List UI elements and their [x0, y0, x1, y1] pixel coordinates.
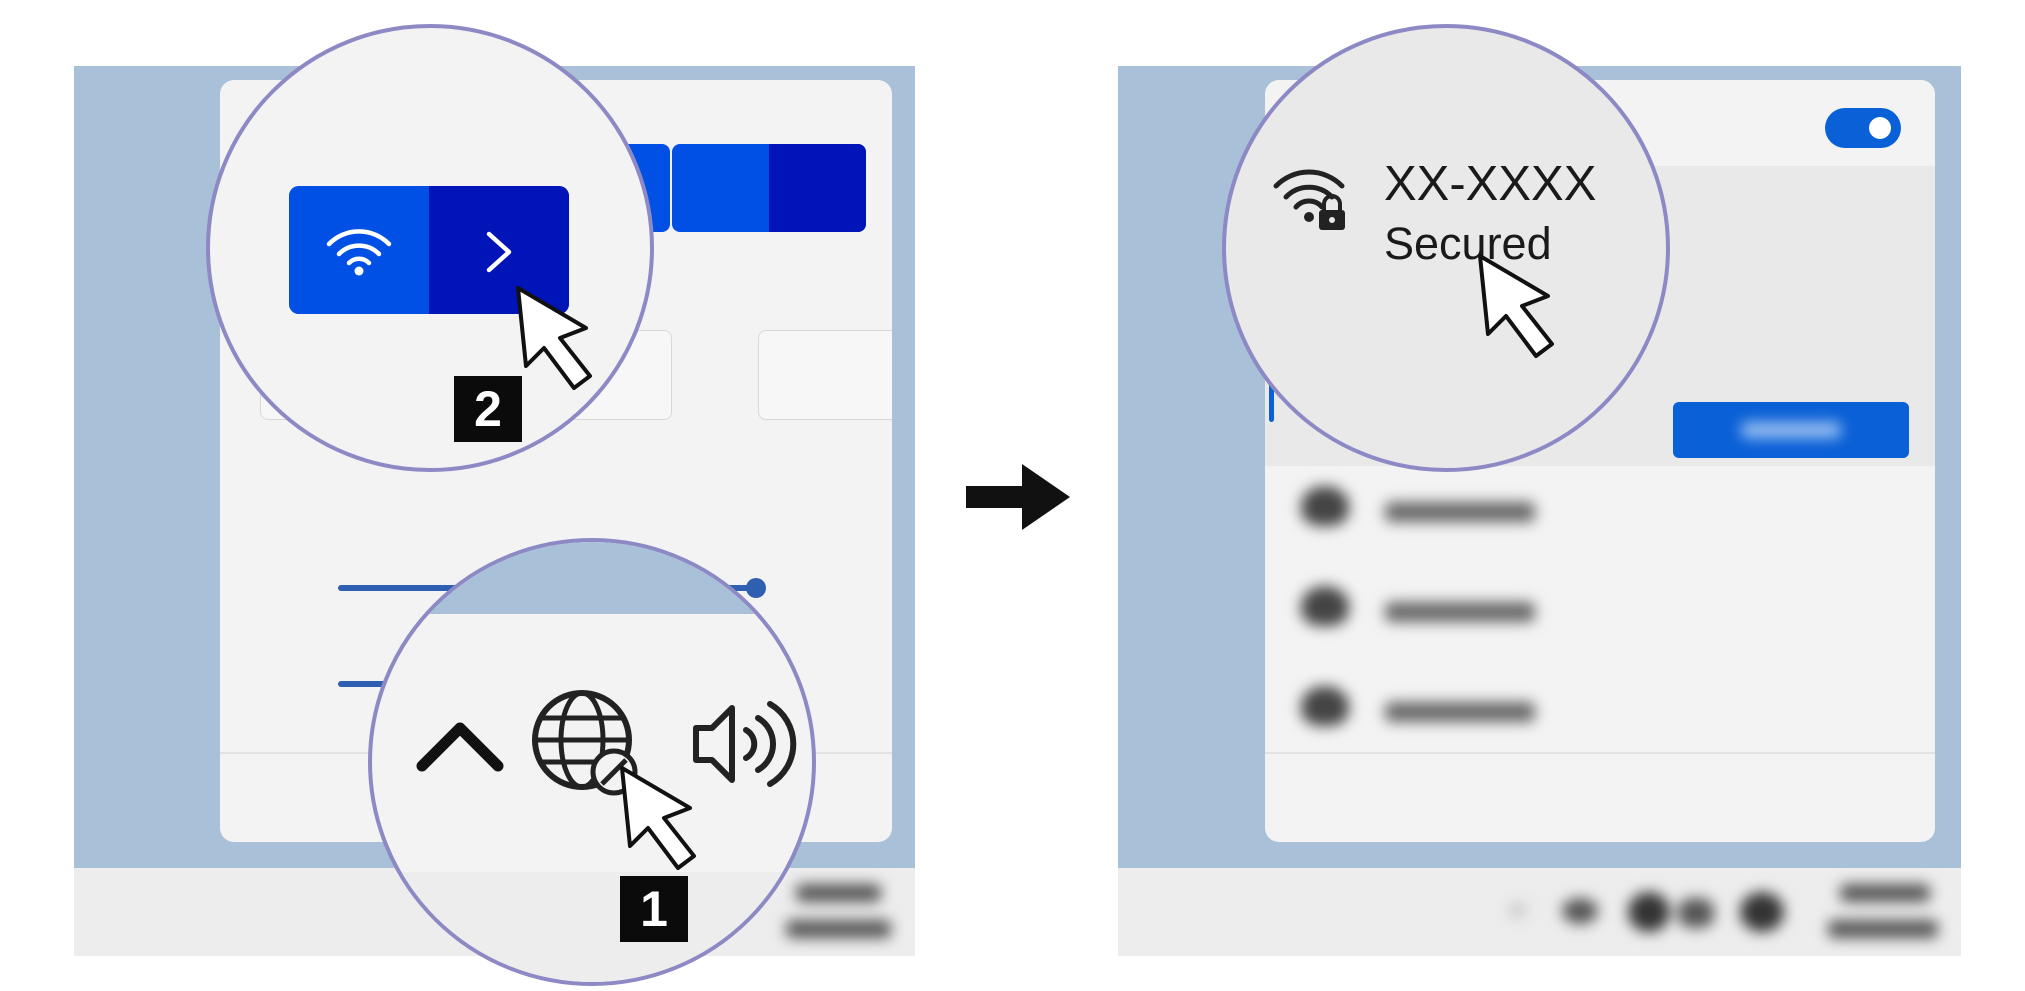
quick-tile-2[interactable] — [672, 144, 866, 232]
network-list-item[interactable] — [1301, 480, 1601, 540]
taskbar-tray-icons — [1478, 888, 1818, 938]
chevron-right-icon — [481, 230, 517, 274]
wifi-icon — [325, 226, 393, 276]
magnified-taskbar — [372, 872, 812, 982]
wifi-lock-icon — [1272, 164, 1356, 234]
step-badge-1: 1 — [620, 876, 688, 942]
network-name: XX-XXXX — [1384, 157, 1597, 211]
magnifier-system-tray: 1 — [368, 538, 816, 986]
magnified-desktop — [372, 542, 812, 614]
taskbar-clock — [1828, 876, 1948, 948]
mouse-cursor-icon — [512, 284, 604, 394]
right-arrow-icon — [966, 462, 1072, 532]
mouse-cursor-icon — [616, 764, 708, 874]
network-list-item[interactable] — [1301, 680, 1601, 740]
chevron-up-icon[interactable] — [414, 714, 506, 774]
flyout-footer-divider — [1265, 752, 1935, 754]
wifi-toggle-switch[interactable] — [1825, 108, 1901, 148]
magnifier-wifi-tile: 2 — [206, 24, 654, 472]
network-list-item[interactable] — [1301, 580, 1601, 640]
magnifier-network-entry: XX-XXXX Secured — [1222, 24, 1670, 472]
mouse-cursor-icon — [1474, 252, 1566, 362]
connect-button[interactable] — [1673, 402, 1909, 458]
step-badge-2: 2 — [454, 376, 522, 442]
taskbar — [1118, 868, 1961, 956]
wifi-toggle-section[interactable] — [289, 186, 429, 314]
quick-tile-5[interactable] — [758, 330, 892, 420]
